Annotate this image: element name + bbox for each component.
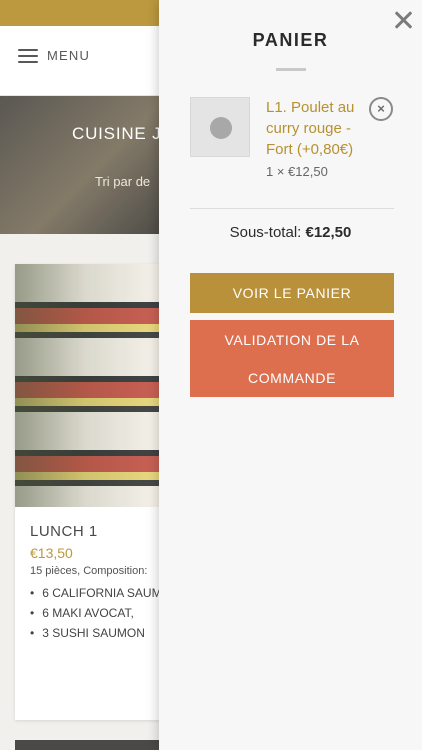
cart-drawer: PANIER L1. Poulet au curry rouge - Fort … xyxy=(159,0,422,750)
title-divider xyxy=(276,68,306,71)
subtotal-value: €12,50 xyxy=(305,224,352,241)
close-icon[interactable] xyxy=(391,8,415,32)
view-cart-button[interactable]: VOIR LE PANIER xyxy=(190,273,394,313)
checkout-button[interactable]: VALIDATION DE LA COMMANDE xyxy=(190,320,394,397)
remove-item-icon[interactable]: × xyxy=(369,97,393,121)
cart-item-quantity-price: 1 × €12,50 xyxy=(266,164,328,179)
cart-subtotal: Sous-total: €12,50 xyxy=(159,224,422,241)
restaurant-logo-icon xyxy=(210,117,232,139)
divider xyxy=(190,208,394,209)
cart-title: PANIER xyxy=(252,30,329,50)
subtotal-label: Sous-total: xyxy=(229,224,306,241)
cart-item-name[interactable]: L1. Poulet au curry rouge - Fort (+0,80€… xyxy=(266,97,366,160)
cart-item-thumbnail[interactable] xyxy=(190,97,250,157)
